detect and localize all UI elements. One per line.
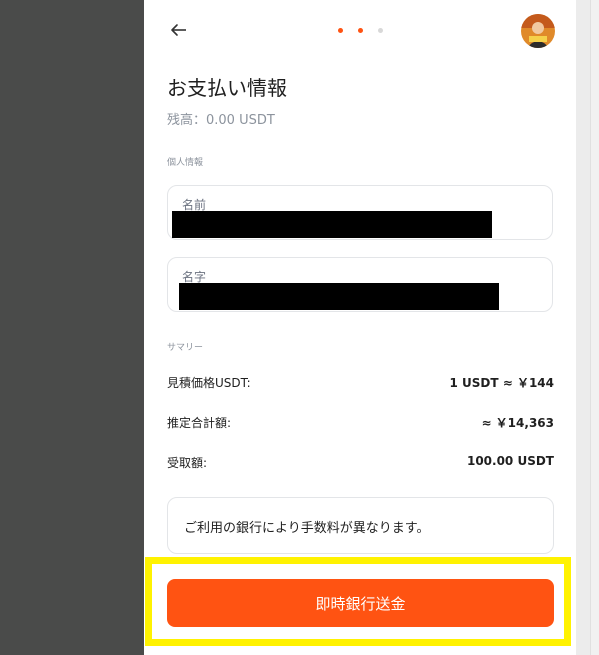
- first-name-value-redacted: ████████████████████: [172, 211, 492, 238]
- step-dot-2: [358, 28, 363, 33]
- summary-label: サマリー: [167, 343, 204, 353]
- step-dot-1: [338, 28, 343, 33]
- balance-text: 残高：0.00 USDT: [167, 113, 275, 128]
- estimated-total-value: ≈ ￥14,363: [481, 416, 554, 430]
- back-arrow-icon[interactable]: [168, 19, 190, 41]
- page-title: お支払い情報: [167, 76, 287, 100]
- last-name-value-redacted: ████████████████████: [179, 283, 499, 310]
- step-dot-3: [378, 28, 383, 33]
- summary-row-receive-amount: 受取額: 100.00 USDT: [167, 454, 554, 474]
- quote-price-key: 見積価格USDT:: [167, 376, 251, 390]
- first-name-field[interactable]: 名前 ████████████████████: [167, 185, 553, 240]
- personal-info-label: 個人情報: [167, 158, 204, 168]
- scrollbar[interactable]: [590, 0, 599, 655]
- summary-row-estimated-total: 推定合計額: ≈ ￥14,363: [167, 414, 554, 434]
- background-left-panel: [0, 0, 144, 655]
- quote-price-value: 1 USDT ≈ ￥144: [449, 376, 554, 390]
- instant-bank-transfer-button[interactable]: 即時銀行送金: [167, 579, 554, 627]
- estimated-total-key: 推定合計額:: [167, 416, 232, 430]
- last-name-field[interactable]: 名字 ████████████████████: [167, 257, 553, 312]
- receive-amount-value: 100.00 USDT: [466, 454, 554, 468]
- fee-notice-text: ご利用の銀行により手数料が異なります。: [184, 521, 430, 536]
- receive-amount-key: 受取額:: [167, 456, 208, 470]
- user-avatar[interactable]: [521, 14, 555, 48]
- summary-row-quote: 見積価格USDT: 1 USDT ≈ ￥144: [167, 374, 554, 394]
- fee-notice: ご利用の銀行により手数料が異なります。: [167, 497, 554, 554]
